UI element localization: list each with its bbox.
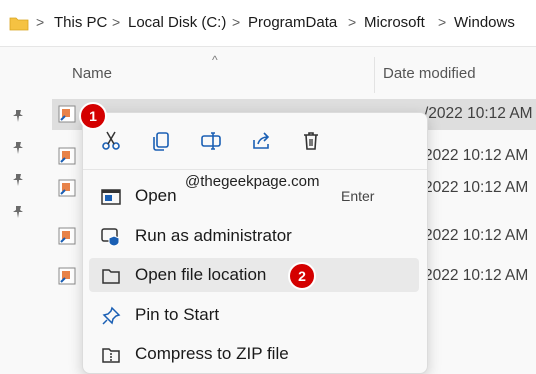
zip-icon bbox=[102, 348, 120, 363]
date-modified-cell: 2022 10:12 AM bbox=[424, 267, 529, 284]
breadcrumb-microsoft[interactable]: Microsoft bbox=[364, 14, 425, 31]
menu-item-label: Pin to Start bbox=[135, 305, 220, 324]
menu-item-open-file-location[interactable]: Open file location bbox=[89, 258, 419, 292]
menu-item-open[interactable]: Open Enter bbox=[89, 179, 419, 213]
column-header-date-modified[interactable]: Date modified bbox=[383, 65, 476, 82]
shortcut-file-icon bbox=[58, 267, 76, 285]
folder-icon bbox=[102, 269, 120, 284]
folder-icon bbox=[9, 17, 29, 31]
copy-icon[interactable] bbox=[150, 130, 172, 152]
breadcrumb-this-pc[interactable]: This PC bbox=[54, 14, 107, 31]
menu-item-pin-to-start[interactable]: Pin to Start bbox=[89, 298, 419, 332]
breadcrumb-separator: > bbox=[36, 14, 45, 30]
shortcut-file-icon bbox=[58, 227, 76, 245]
pin-icon bbox=[13, 174, 23, 186]
breadcrumb-programdata[interactable]: ProgramData bbox=[248, 14, 337, 31]
shortcut-file-icon bbox=[58, 179, 76, 197]
menu-item-compress-to-zip[interactable]: Compress to ZIP file bbox=[89, 337, 419, 371]
breadcrumb-local-disk[interactable]: Local Disk (C:) bbox=[128, 14, 226, 31]
shortcut-file-icon bbox=[58, 147, 76, 165]
breadcrumb-separator: > bbox=[438, 14, 447, 30]
pin-icon bbox=[13, 142, 23, 154]
shortcut-file-icon bbox=[58, 105, 76, 123]
pin-icon bbox=[102, 306, 121, 325]
date-modified-cell: /2022 10:12 AM bbox=[424, 105, 533, 122]
breadcrumb-separator: > bbox=[348, 14, 357, 30]
menu-divider bbox=[83, 169, 427, 170]
rename-icon[interactable] bbox=[200, 130, 222, 152]
share-icon[interactable] bbox=[250, 130, 272, 152]
column-divider[interactable] bbox=[374, 57, 375, 93]
breadcrumb-windows[interactable]: Windows bbox=[454, 14, 515, 31]
date-modified-cell: 2022 10:12 AM bbox=[424, 147, 529, 164]
column-header-name[interactable]: Name bbox=[72, 65, 112, 82]
address-bar[interactable]: > This PC > Local Disk (C:) > ProgramDat… bbox=[0, 0, 536, 47]
breadcrumb-separator: > bbox=[112, 14, 121, 30]
date-modified-cell: 2022 10:12 AM bbox=[424, 179, 529, 196]
cut-icon[interactable] bbox=[100, 130, 122, 152]
delete-icon[interactable] bbox=[300, 130, 322, 152]
menu-item-label: Run as administrator bbox=[135, 226, 292, 245]
step-badge-2: 2 bbox=[288, 262, 316, 290]
open-app-icon bbox=[101, 189, 121, 205]
pin-icon bbox=[13, 206, 23, 218]
breadcrumb-separator: > bbox=[232, 14, 241, 30]
menu-item-shortcut: Enter bbox=[341, 188, 375, 204]
sort-ascending-icon: ^ bbox=[212, 53, 218, 67]
step-badge-1: 1 bbox=[79, 102, 107, 130]
pin-icon bbox=[13, 110, 23, 122]
menu-item-run-as-administrator[interactable]: Run as administrator bbox=[89, 219, 419, 253]
shield-icon bbox=[101, 228, 120, 247]
menu-item-label: Compress to ZIP file bbox=[135, 344, 289, 363]
menu-item-label: Open bbox=[135, 186, 177, 205]
date-modified-cell: 2022 10:12 AM bbox=[424, 227, 529, 244]
context-menu: @thegeekpage.com Open Enter Run as admin… bbox=[82, 112, 428, 374]
menu-item-label: Open file location bbox=[135, 265, 267, 284]
